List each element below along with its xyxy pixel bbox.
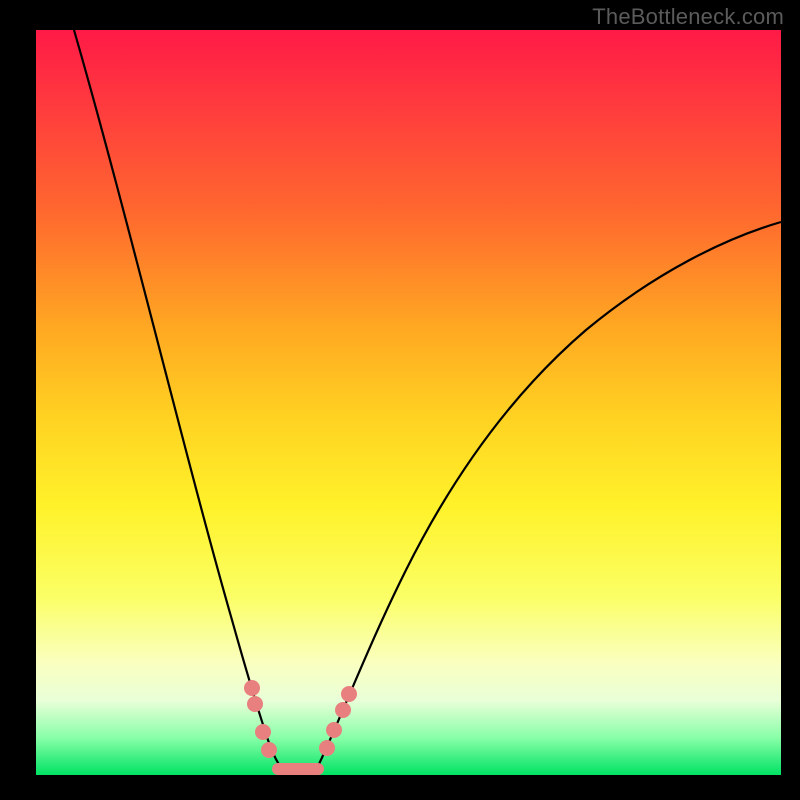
curve-left-branch xyxy=(74,30,280,766)
curve-right-branch xyxy=(318,222,781,766)
valley-plateau xyxy=(272,763,324,775)
valley-dot xyxy=(341,686,357,702)
watermark-text: TheBottleneck.com xyxy=(592,4,784,30)
valley-dot xyxy=(244,680,260,696)
valley-dot xyxy=(247,696,263,712)
curve-layer xyxy=(36,30,781,775)
chart-frame: TheBottleneck.com xyxy=(0,0,800,800)
valley-dot xyxy=(319,740,335,756)
valley-dot xyxy=(255,724,271,740)
valley-dot xyxy=(335,702,351,718)
plot-area xyxy=(36,30,781,775)
valley-dot xyxy=(326,722,342,738)
valley-dot xyxy=(261,742,277,758)
